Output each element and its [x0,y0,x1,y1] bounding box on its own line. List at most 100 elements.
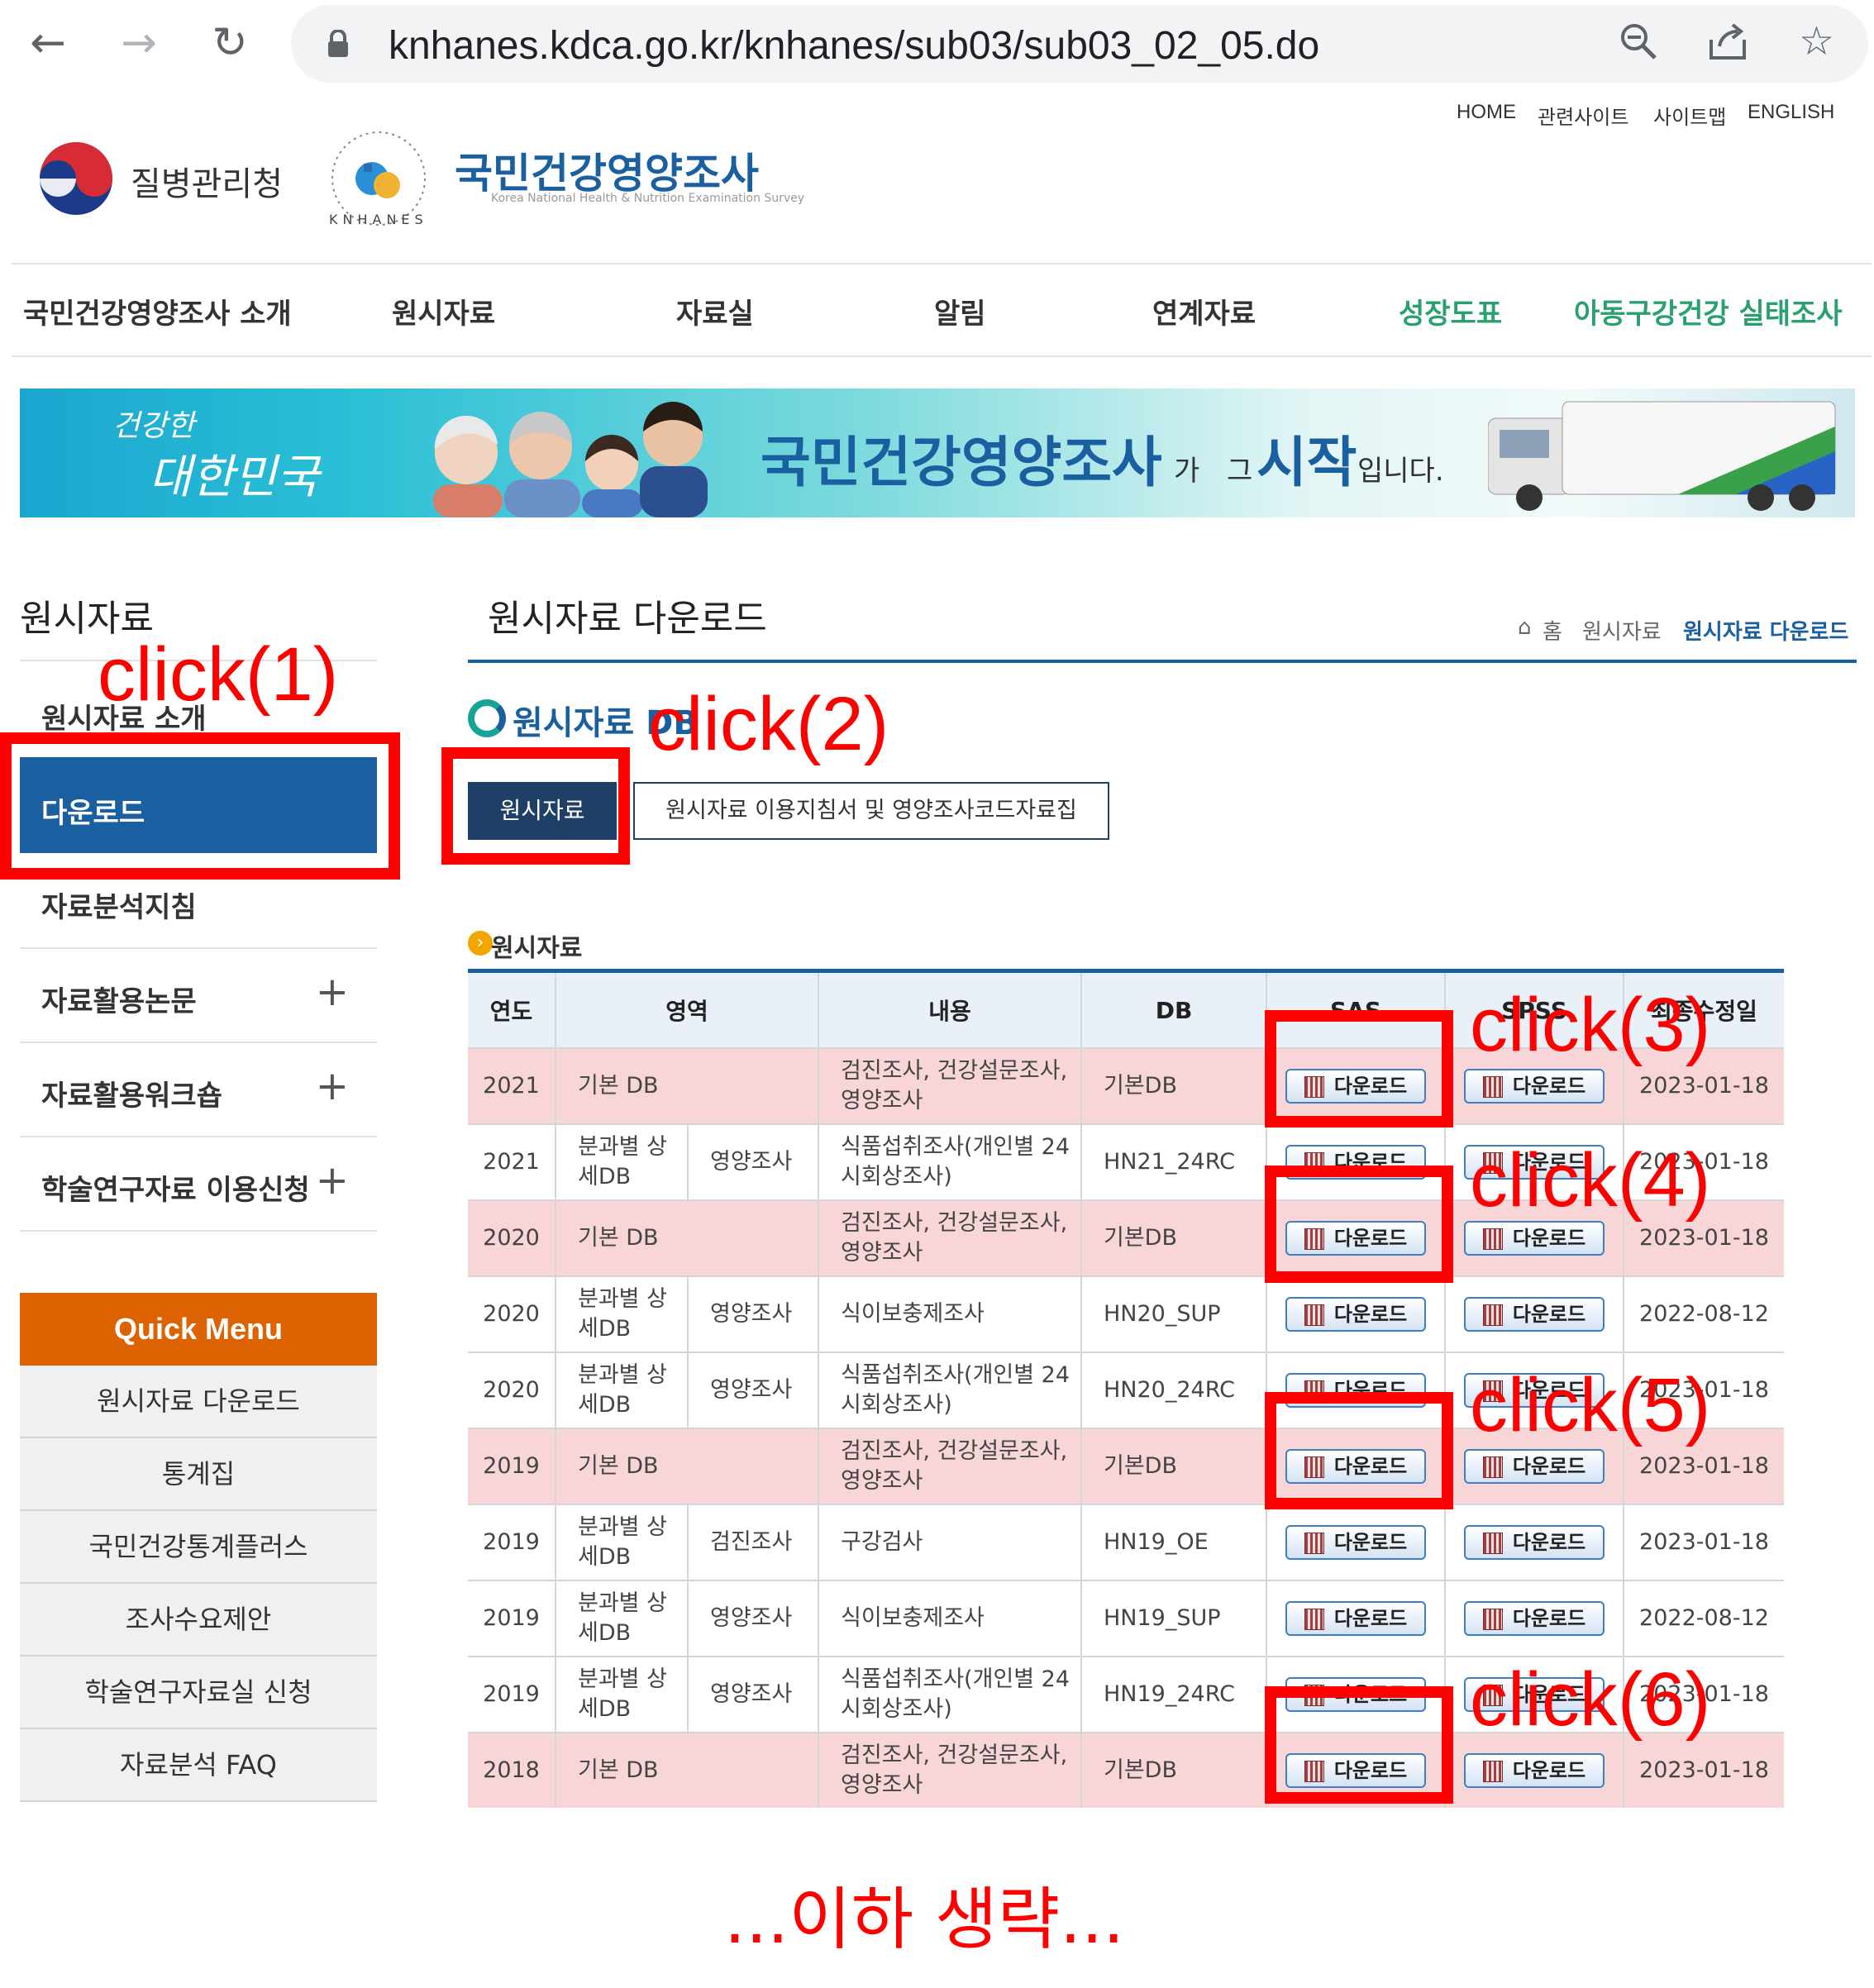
breadcrumb-raw-data[interactable]: 원시자료 [1582,615,1662,646]
sas-download-button[interactable]: 다운로드 [1285,1601,1426,1636]
cell-area: 분과별 상세DB [555,1123,688,1200]
cell-content: 식이보충제조사 [818,1580,1081,1657]
bookmark-star-icon[interactable]: ☆ [1799,18,1834,64]
tab-guide-codebook[interactable]: 원시자료 이용지침서 및 영양조사코드자료집 [633,782,1109,840]
cell-updated-date: 2022-08-12 [1623,1580,1784,1657]
cell-area: 기본 DB [555,1732,818,1808]
spss-download-button[interactable]: 다운로드 [1464,1221,1605,1256]
cell-year: 2019 [468,1580,556,1657]
url-text[interactable]: knhanes.kdca.go.kr/knhanes/sub03/sub03_0… [389,23,1319,69]
kdca-logo-icon[interactable] [36,139,116,222]
annotation-click-2: click(2) [648,682,889,766]
file-download-icon [1482,1228,1503,1250]
cell-content: 검진조사, 건강설문조사, 영양조사 [818,1047,1081,1124]
download-label: 다운로드 [1333,1531,1408,1554]
cell-area: 분과별 상세DB [555,1275,688,1352]
sidebar-item-papers[interactable]: 자료활용논문 + [20,949,377,1043]
download-label: 다운로드 [1333,1607,1408,1630]
gnb-item-raw-data[interactable]: 원시자료 [392,291,495,331]
cell-db: HN19_24RC [1080,1656,1266,1733]
back-icon[interactable]: ← [23,18,73,68]
cell-spss: 다운로드 [1444,1504,1624,1580]
gnb-item-linked-data[interactable]: 연계자료 [1152,291,1256,331]
cell-spss: 다운로드 [1444,1580,1624,1657]
quick-menu-item[interactable]: 조사수요제안 [20,1584,377,1657]
cell-updated-date: 2022-08-12 [1623,1275,1784,1352]
home-icon[interactable]: ⌂ [1518,615,1532,640]
col-header-area: 영역 [555,970,818,1048]
cell-subarea: 영양조사 [687,1352,818,1428]
cell-content: 검진조사, 건강설문조사, 영양조사 [818,1428,1081,1504]
sidebar-item-research-request[interactable]: 학술연구자료 이용신청 + [20,1137,377,1232]
cell-content: 식품섭취조사(개인별 24시회상조사) [818,1352,1081,1428]
quick-menu-item[interactable]: 학술연구자료실 신청 [20,1657,377,1729]
spss-download-button[interactable]: 다운로드 [1464,1601,1605,1636]
share-icon[interactable] [1706,21,1749,64]
download-label: 다운로드 [1512,1075,1586,1098]
cell-year: 2021 [468,1047,556,1124]
util-related-sites[interactable]: 관련사이트 [1538,101,1628,130]
cell-content: 검진조사, 건강설문조사, 영양조사 [818,1199,1081,1276]
cell-subarea: 영양조사 [687,1123,818,1200]
banner-slogan-big: 대한민국 [149,451,320,504]
quick-menu-item[interactable]: 원시자료 다운로드 [20,1366,377,1438]
sas-download-button[interactable]: 다운로드 [1285,1297,1426,1332]
sidebar-item-label: 자료활용논문 [41,985,197,1018]
quick-menu-item[interactable]: 국민건강통계플러스 [20,1511,377,1584]
main-banner: 건강한 대한민국 국민건강영양조사 가 그 시작 입니다. [20,389,1855,517]
file-download-icon [1482,1609,1503,1630]
gnb-item-notice[interactable]: 알림 [934,291,986,331]
gnb-item-about[interactable]: 국민건강영양조사 소개 [23,291,292,331]
expand-plus-icon[interactable]: + [316,1157,349,1204]
chevron-right-icon: › [468,931,493,956]
util-sitemap[interactable]: 사이트맵 [1653,101,1726,130]
spss-download-button[interactable]: 다운로드 [1464,1449,1605,1484]
breadcrumb-home[interactable]: 홈 [1543,615,1562,646]
gnb-item-library[interactable]: 자료실 [676,291,754,331]
file-download-icon [1304,1533,1324,1554]
spss-download-button[interactable]: 다운로드 [1464,1297,1605,1332]
annotation-click-4: click(4) [1470,1138,1711,1223]
page-title: 원시자료 다운로드 [488,598,767,640]
cell-year: 2020 [468,1199,556,1276]
cell-updated-date: 2023-01-18 [1623,1732,1784,1808]
sidebar-item-label: 학술연구자료 이용신청 [41,1174,310,1207]
spss-download-button[interactable]: 다운로드 [1464,1525,1605,1560]
title-underline [468,660,1857,663]
cell-area: 분과별 상세DB [555,1352,688,1428]
cell-db: HN19_SUP [1080,1580,1266,1657]
expand-plus-icon[interactable]: + [316,1063,349,1109]
util-home[interactable]: HOME [1457,101,1516,124]
cell-spss: 다운로드 [1444,1732,1624,1808]
gnb-item-growth-chart[interactable]: 성장도표 [1399,291,1502,331]
banner-headline-main: 국민건강영양조사 [761,431,1162,494]
cell-content: 구강검사 [818,1504,1081,1580]
cell-subarea: 영양조사 [687,1656,818,1733]
forward-icon[interactable]: → [114,18,164,68]
spss-download-button[interactable]: 다운로드 [1464,1069,1605,1104]
zoom-icon[interactable] [1619,21,1658,64]
cell-content: 식이보충제조사 [818,1275,1081,1352]
spss-download-button[interactable]: 다운로드 [1464,1753,1605,1788]
gnb-item-child-oral-survey[interactable]: 아동구강건강 실태조사 [1574,291,1843,331]
reload-icon[interactable]: ↻ [205,18,255,68]
sas-download-button[interactable]: 다운로드 [1285,1525,1426,1560]
quick-menu-item[interactable]: 자료분석 FAQ [20,1729,377,1802]
cell-year: 2019 [468,1428,556,1504]
cell-content: 검진조사, 건강설문조사, 영양조사 [818,1732,1081,1808]
quick-menu-item[interactable]: 통계집 [20,1438,377,1511]
cell-area: 분과별 상세DB [555,1656,688,1733]
agency-name: 질병관리청 [131,165,283,203]
util-english[interactable]: ENGLISH [1748,101,1834,124]
cell-db: 기본DB [1080,1047,1266,1124]
annotation-click-5: click(5) [1470,1363,1711,1447]
cell-year: 2019 [468,1504,556,1580]
sidebar-item-workshop[interactable]: 자료활용워크숍 + [20,1043,377,1137]
cell-spss: 다운로드 [1444,1275,1624,1352]
cell-db: HN19_OE [1080,1504,1266,1580]
cell-year: 2020 [468,1275,556,1352]
annotation-box-6 [1265,1686,1453,1804]
omitted-note: ...이하 생략... [724,1881,1125,1959]
table-row: 2020 분과별 상세DB 영양조사 식이보충제조사 HN20_SUP 다운로드 다운로드 2… [468,1275,1784,1352]
expand-plus-icon[interactable]: + [316,969,349,1015]
